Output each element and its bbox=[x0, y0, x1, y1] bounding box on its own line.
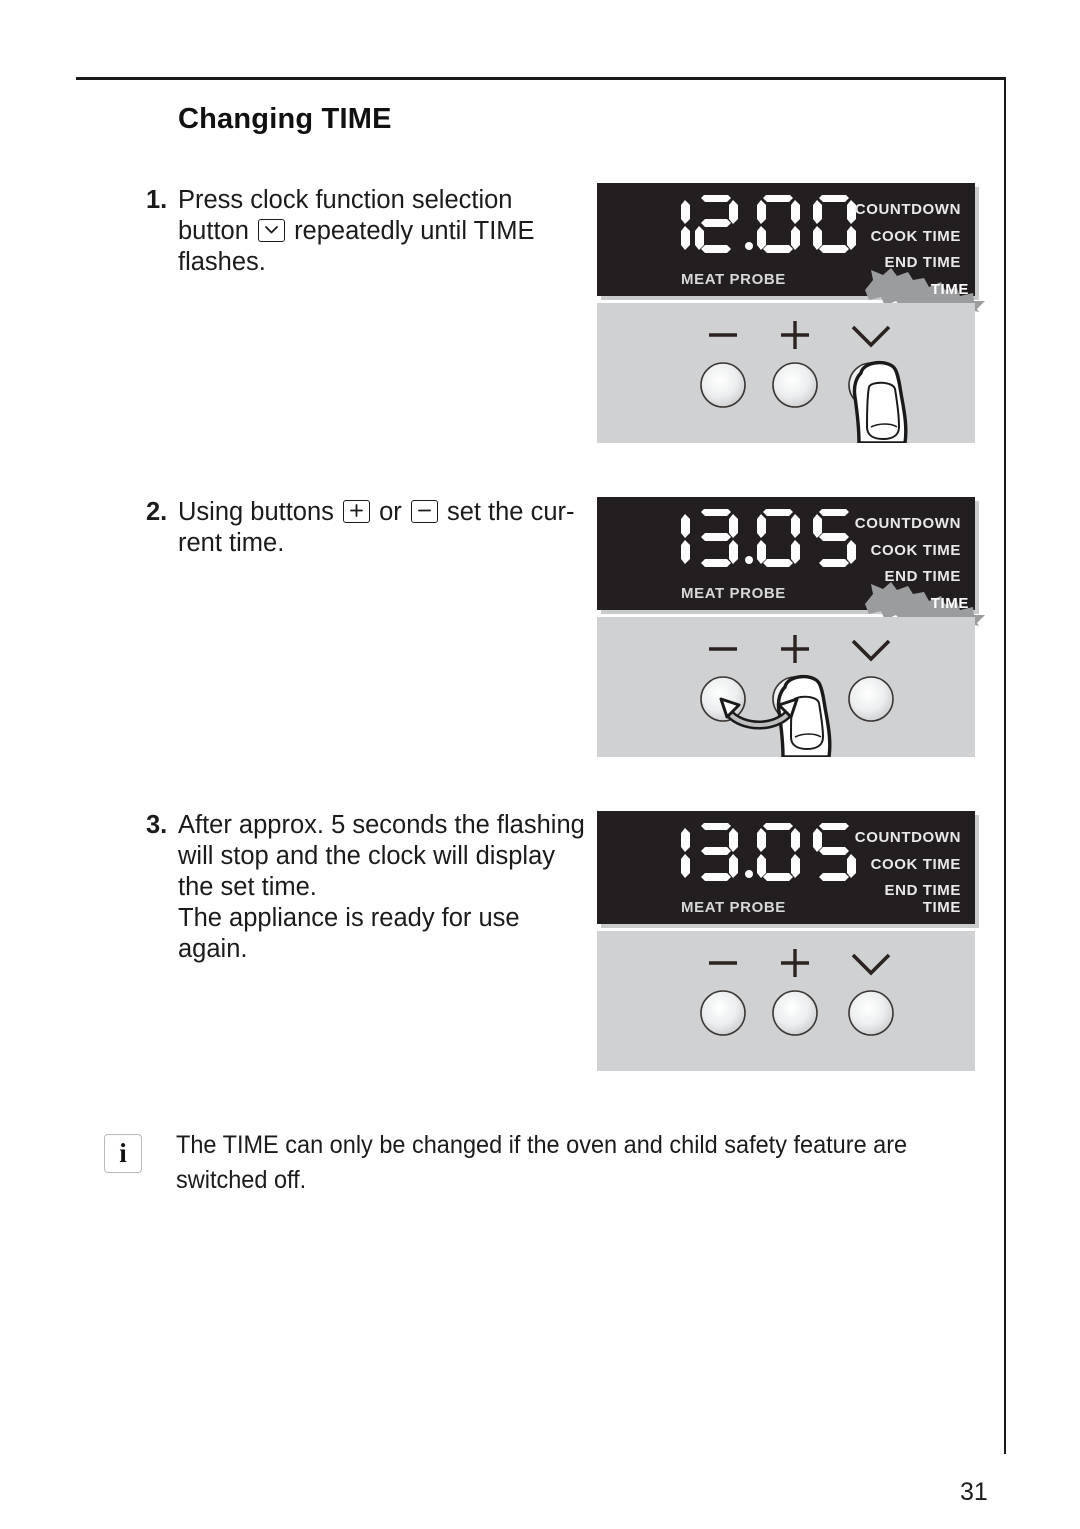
control-icons-3 bbox=[597, 931, 975, 1071]
info-icon: i bbox=[104, 1134, 142, 1173]
label-time-flashing: TIME bbox=[930, 281, 969, 298]
info-icon-glyph: i bbox=[119, 1138, 127, 1168]
label-meat-probe: MEAT PROBE bbox=[681, 585, 786, 602]
display-digits-3 bbox=[649, 823, 869, 881]
chevron-down-icon bbox=[851, 639, 891, 662]
oven-display-3: COUNTDOWN COOK TIME END TIME MEAT PROBE … bbox=[597, 811, 975, 924]
plus-key-icon bbox=[343, 500, 371, 523]
control-icons-1 bbox=[597, 303, 975, 443]
step-1-text: Press clock function selection button re… bbox=[178, 185, 586, 278]
panel-step-2: COUNTDOWN COOK TIME END TIME MEAT PROBE … bbox=[597, 497, 985, 757]
control-panel-2 bbox=[597, 617, 975, 757]
finger-pointer-icon bbox=[852, 361, 908, 443]
control-buttons-svg-2 bbox=[700, 635, 894, 757]
chevron-down-icon bbox=[851, 325, 891, 348]
control-buttons-svg-3 bbox=[700, 949, 894, 1036]
control-buttons-svg-1 bbox=[700, 321, 908, 443]
plus-icon bbox=[781, 949, 809, 977]
control-panel-3 bbox=[597, 931, 975, 1071]
label-cook-time: COOK TIME bbox=[870, 541, 961, 559]
plus-button bbox=[772, 990, 818, 1036]
step-1: 1. Press clock function selection button… bbox=[146, 185, 586, 278]
step-2: 2. Using buttons or set the cur­rent tim… bbox=[146, 497, 586, 559]
minus-button bbox=[700, 990, 746, 1036]
step-1-number: 1. bbox=[146, 186, 168, 214]
label-countdown: COUNTDOWN bbox=[854, 515, 961, 532]
page-frame-right-rule bbox=[1004, 77, 1006, 1454]
label-meat-probe: MEAT PROBE bbox=[681, 899, 786, 916]
display-labels-3: COUNTDOWN COOK TIME END TIME bbox=[855, 825, 961, 905]
panel-step-3: COUNTDOWN COOK TIME END TIME MEAT PROBE … bbox=[597, 811, 975, 1071]
step-2-text-before: Using buttons bbox=[178, 498, 342, 526]
step-3-text-main: After approx. 5 seconds the flashing wil… bbox=[178, 811, 585, 901]
seven-segment-3 bbox=[681, 823, 856, 881]
control-icons-2 bbox=[597, 617, 975, 757]
page-frame-top-rule bbox=[76, 77, 1006, 80]
seven-segment-2 bbox=[681, 509, 856, 567]
bidirectional-arrow-icon bbox=[719, 697, 799, 730]
page-number: 31 bbox=[960, 1478, 988, 1506]
plus-button bbox=[772, 362, 818, 408]
oven-display-1: COUNTDOWN COOK TIME END TIME MEAT PROBE … bbox=[597, 183, 985, 312]
minus-key-icon bbox=[410, 500, 438, 523]
control-panel-1 bbox=[597, 303, 975, 443]
step-3-text: After approx. 5 seconds the flashing wil… bbox=[178, 810, 596, 965]
seven-segment-1 bbox=[681, 195, 856, 253]
panel-step-1: COUNTDOWN COOK TIME END TIME MEAT PROBE … bbox=[597, 183, 985, 443]
label-meat-probe: MEAT PROBE bbox=[681, 271, 786, 288]
label-countdown: COUNTDOWN bbox=[854, 829, 961, 846]
label-cook-time: COOK TIME bbox=[870, 227, 961, 245]
step-3-number: 3. bbox=[146, 811, 168, 839]
label-cook-time: COOK TIME bbox=[870, 855, 961, 873]
step-2-number: 2. bbox=[146, 498, 168, 526]
page-title: Changing TIME bbox=[178, 103, 392, 135]
minus-button bbox=[700, 362, 746, 408]
info-note: i The TIME can only be changed if the ov… bbox=[104, 1128, 984, 1198]
display-digits-1 bbox=[649, 195, 869, 253]
step-3-text-extra: The appliance is ready for use again. bbox=[178, 904, 520, 963]
info-note-text: The TIME can only be changed if the oven… bbox=[176, 1131, 908, 1194]
display-digits-2 bbox=[649, 509, 869, 567]
step-2-text: Using buttons or set the cur­rent time. bbox=[178, 497, 586, 559]
clock-function-button bbox=[848, 676, 894, 722]
chevron-down-icon bbox=[851, 953, 891, 976]
chevron-down-key-icon bbox=[257, 219, 285, 242]
step-2-text-mid: or bbox=[372, 498, 409, 526]
display-labels-2: COUNTDOWN COOK TIME END TIME bbox=[855, 511, 961, 591]
plus-icon bbox=[781, 321, 809, 349]
label-time-flashing: TIME bbox=[930, 595, 969, 612]
label-countdown: COUNTDOWN bbox=[854, 201, 961, 218]
step-3: 3. After approx. 5 seconds the flashing … bbox=[146, 810, 596, 965]
plus-icon bbox=[781, 635, 809, 663]
oven-display-2: COUNTDOWN COOK TIME END TIME MEAT PROBE … bbox=[597, 497, 985, 626]
label-time: TIME bbox=[922, 899, 961, 916]
oven-display-3-inner: COUNTDOWN COOK TIME END TIME MEAT PROBE … bbox=[597, 811, 975, 924]
clock-function-button bbox=[848, 990, 894, 1036]
display-labels-1: COUNTDOWN COOK TIME END TIME bbox=[855, 197, 961, 277]
